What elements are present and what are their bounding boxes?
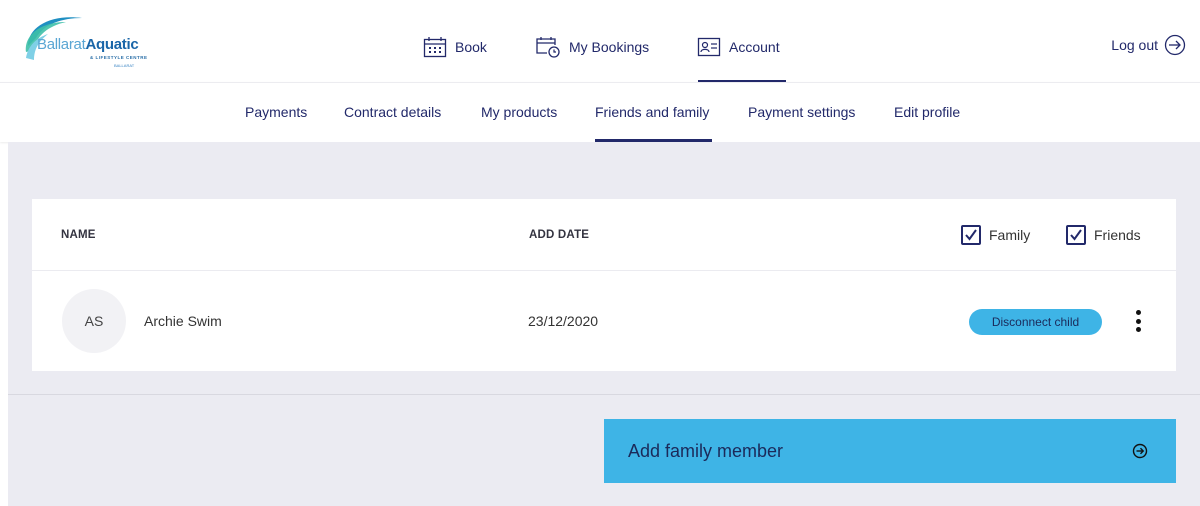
- logout-link[interactable]: Log out: [1111, 34, 1186, 56]
- add-family-member-button[interactable]: Add family member: [604, 419, 1176, 483]
- subnav-friends-and-family[interactable]: Friends and family: [595, 104, 709, 120]
- avatar: AS: [62, 289, 126, 353]
- logout-label: Log out: [1111, 37, 1158, 53]
- column-header-name: NAME: [61, 229, 96, 241]
- section-divider: [8, 394, 1200, 395]
- table-header: NAME ADD DATE Family Friends: [32, 199, 1176, 271]
- nav-account-label: Account: [729, 39, 780, 55]
- brand-name-light: Ballarat: [37, 36, 86, 53]
- more-options-icon[interactable]: [1130, 307, 1146, 335]
- filter-friends-label: Friends: [1094, 227, 1141, 243]
- checkmark-icon: [1070, 229, 1082, 241]
- subnav-contract-details[interactable]: Contract details: [344, 104, 441, 120]
- checkmark-icon: [965, 229, 977, 241]
- subnav-payments[interactable]: Payments: [245, 104, 307, 120]
- member-name: Archie Swim: [144, 313, 222, 329]
- calendar-clock-icon: [536, 37, 560, 58]
- family-checkbox[interactable]: [961, 225, 981, 245]
- brand-name-bold: Aquatic: [85, 36, 139, 53]
- id-card-icon: [697, 37, 721, 57]
- subnav-payment-settings[interactable]: Payment settings: [748, 104, 855, 120]
- arrow-right-circle-icon: [1132, 443, 1148, 459]
- brand-subline: & LIFESTYLE CENTRE: [90, 55, 148, 60]
- subnav-my-products[interactable]: My products: [481, 104, 557, 120]
- logout-arrow-circle-icon: [1164, 34, 1186, 56]
- column-header-add-date: ADD DATE: [529, 229, 590, 241]
- account-subnav: Payments Contract details My products Fr…: [0, 82, 1200, 142]
- nav-account[interactable]: Account: [697, 36, 780, 58]
- nav-my-bookings-label: My Bookings: [569, 39, 650, 55]
- subnav-edit-profile[interactable]: Edit profile: [894, 104, 960, 120]
- brand-city: BALLARAT: [114, 63, 135, 68]
- calendar-icon: [423, 37, 447, 58]
- brand-logo[interactable]: BallaratAquatic & LIFESTYLE CENTRE BALLA…: [22, 12, 172, 74]
- friends-family-table: NAME ADD DATE Family Friends AS Archie S…: [32, 199, 1176, 371]
- nav-book-label: Book: [455, 39, 487, 55]
- nav-book[interactable]: Book: [423, 36, 487, 58]
- filter-family-label: Family: [989, 227, 1031, 243]
- add-family-member-label: Add family member: [628, 440, 784, 461]
- member-add-date: 23/12/2020: [528, 313, 599, 329]
- top-bar: BallaratAquatic & LIFESTYLE CENTRE BALLA…: [0, 0, 1200, 83]
- table-row: AS Archie Swim 23/12/2020 Disconnect chi…: [32, 271, 1176, 371]
- friends-checkbox[interactable]: [1066, 225, 1086, 245]
- filter-friends[interactable]: Friends: [1066, 225, 1141, 245]
- filter-family[interactable]: Family: [961, 225, 1030, 245]
- brand-name: BallaratAquatic: [37, 36, 139, 53]
- nav-my-bookings[interactable]: My Bookings: [535, 36, 649, 58]
- disconnect-child-button[interactable]: Disconnect child: [969, 309, 1102, 335]
